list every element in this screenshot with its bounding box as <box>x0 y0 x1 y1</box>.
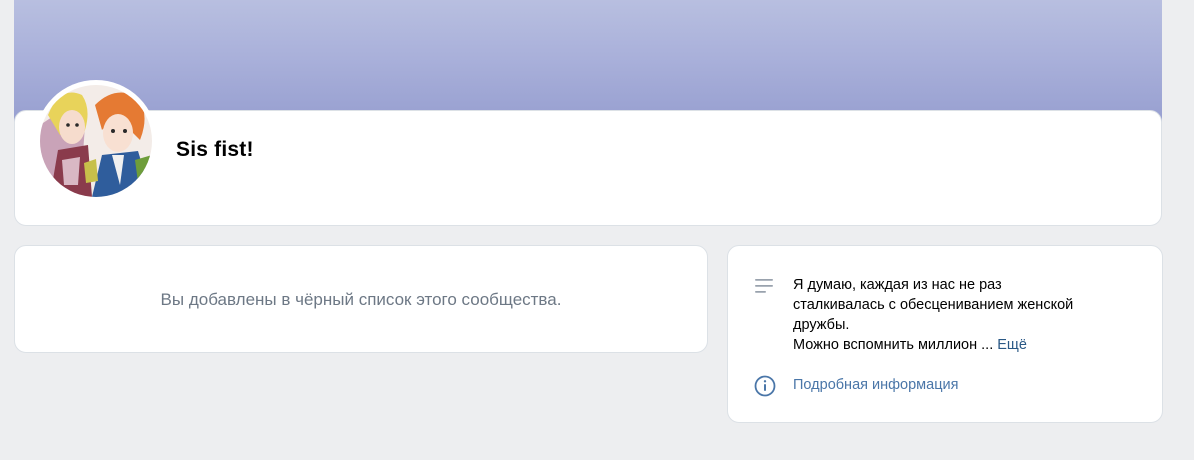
group-header-card <box>14 110 1162 226</box>
show-more-link[interactable]: Ещё <box>997 337 1027 353</box>
group-name: Sis fist! <box>176 138 254 161</box>
avatar-image <box>40 85 152 197</box>
group-description: Я думаю, каждая из нас не раз сталкивала… <box>793 275 1143 355</box>
blacklist-notice-text: Вы добавлены в чёрный список этого сообщ… <box>160 289 562 309</box>
details-link[interactable]: Подробная информация <box>793 377 958 393</box>
description-line: сталкивалась с обесцениванием женской <box>793 297 1074 313</box>
group-info-card: Я думаю, каждая из нас не раз сталкивала… <box>727 245 1163 423</box>
description-line: дружбы. <box>793 317 850 333</box>
description-line: Я думаю, каждая из нас не раз <box>793 277 1002 293</box>
description-line: Можно вспомнить миллион ... <box>793 337 994 353</box>
description-lines-icon <box>755 279 773 293</box>
info-circle-icon <box>754 375 776 397</box>
group-avatar[interactable] <box>35 80 157 202</box>
blacklist-notice-card: Вы добавлены в чёрный список этого сообщ… <box>14 245 708 353</box>
description-last-line: Можно вспомнить миллион ... Ещё <box>793 335 1143 355</box>
